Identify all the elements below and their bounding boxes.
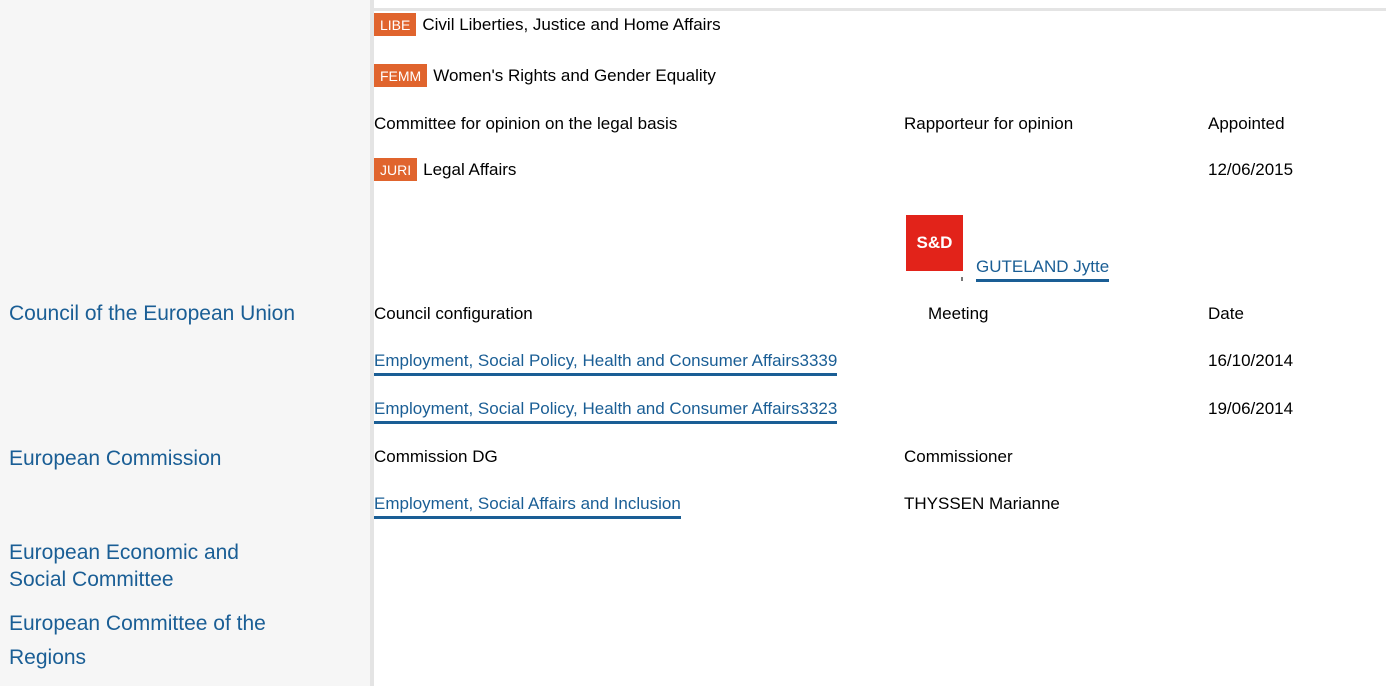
commissioner-name: THYSSEN Marianne xyxy=(904,494,1060,513)
political-group-logo: S&D xyxy=(906,215,963,271)
header-council-configuration: Council configuration xyxy=(374,304,533,323)
header-date: Date xyxy=(1208,304,1244,323)
header-appointed: Appointed xyxy=(1208,114,1285,133)
council-meeting-link[interactable]: Employment, Social Policy, Health and Co… xyxy=(374,399,838,424)
rapporteur-link[interactable]: GUTELAND Jytte xyxy=(976,257,1110,282)
eesc-link-line2[interactable]: Social Committee xyxy=(9,568,174,592)
council-meeting-date: 16/10/2014 xyxy=(1208,351,1294,370)
committee-row-libe: LIBE Civil Liberties, Justice and Home A… xyxy=(374,13,721,36)
cor-line2: Regions xyxy=(9,646,87,669)
committee-name: Legal Affairs xyxy=(423,159,517,179)
cor-line1: European Committee of the xyxy=(9,612,266,635)
eesc-link[interactable]: European Economic and xyxy=(9,541,239,565)
cor-link-line2[interactable]: Regions xyxy=(9,646,86,670)
committee-row-juri: JURI Legal Affairs xyxy=(374,158,516,181)
committee-name: Women's Rights and Gender Equality xyxy=(433,65,716,85)
appointed-date: 12/06/2015 xyxy=(1208,160,1294,179)
commission-institution-link[interactable]: European Commission xyxy=(9,447,221,471)
council-meeting-link[interactable]: Employment, Social Policy, Health and Co… xyxy=(374,351,838,376)
committee-name: Civil Liberties, Justice and Home Affair… xyxy=(422,14,721,34)
header-commission-dg: Commission DG xyxy=(374,447,498,466)
committee-badge: FEMM xyxy=(374,64,428,87)
header-commissioner: Commissioner xyxy=(904,447,1013,466)
eesc-line2: Social Committee xyxy=(9,568,174,591)
column-divider xyxy=(370,0,374,686)
top-divider xyxy=(374,8,1386,11)
logo-separator xyxy=(961,277,963,281)
eesc-line1: European Economic and xyxy=(9,541,239,564)
cor-link[interactable]: European Committee of the xyxy=(9,612,266,636)
council-institution-link[interactable]: Council of the European Union xyxy=(9,302,295,326)
committee-row-femm: FEMM Women's Rights and Gender Equality xyxy=(374,64,716,87)
committee-badge: JURI xyxy=(374,158,418,181)
header-legal-basis-committee: Committee for opinion on the legal basis xyxy=(374,114,678,133)
header-meeting: Meeting xyxy=(928,304,989,323)
committee-badge: LIBE xyxy=(374,13,417,36)
council-meeting-date: 19/06/2014 xyxy=(1208,399,1294,418)
header-rapporteur: Rapporteur for opinion xyxy=(904,114,1074,133)
commission-dg-link[interactable]: Employment, Social Affairs and Inclusion xyxy=(374,494,681,519)
